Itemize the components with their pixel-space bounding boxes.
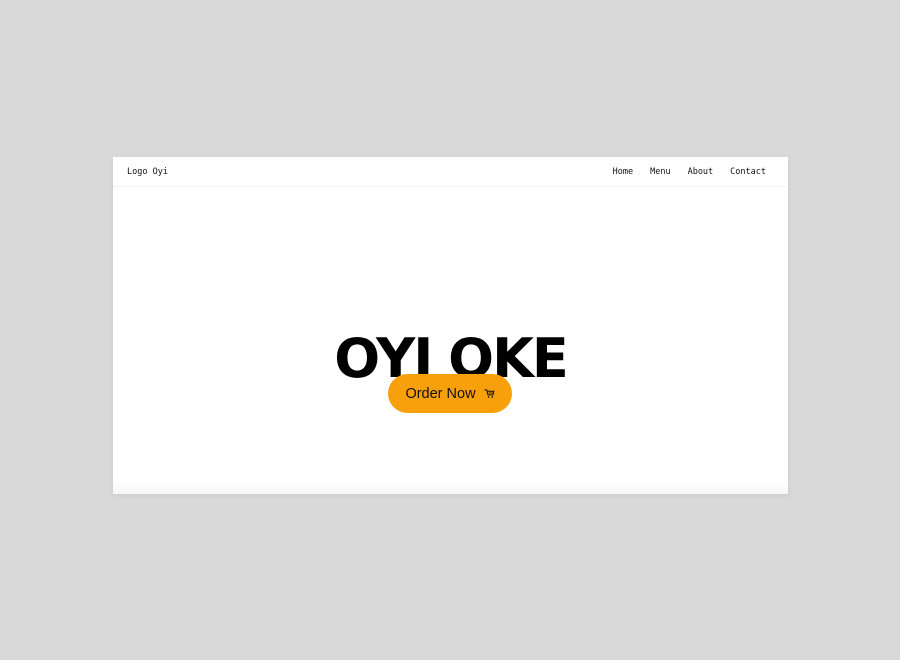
nav-link-home[interactable]: Home — [613, 166, 633, 178]
nav-links: Home Menu About Contact — [613, 166, 766, 178]
nav-link-contact[interactable]: Contact — [730, 166, 766, 178]
site-preview-card: Logo Oyi Home Menu About Contact OYI OKE… — [113, 157, 788, 494]
bottom-shadow — [113, 480, 788, 494]
logo[interactable]: Logo Oyi — [127, 166, 168, 178]
navbar: Logo Oyi Home Menu About Contact — [113, 157, 788, 187]
nav-link-about[interactable]: About — [688, 166, 714, 178]
order-now-button[interactable]: Order Now — [388, 374, 512, 413]
nav-link-menu[interactable]: Menu — [650, 166, 670, 178]
shopping-cart-icon — [483, 389, 494, 398]
order-now-label: Order Now — [405, 385, 476, 402]
